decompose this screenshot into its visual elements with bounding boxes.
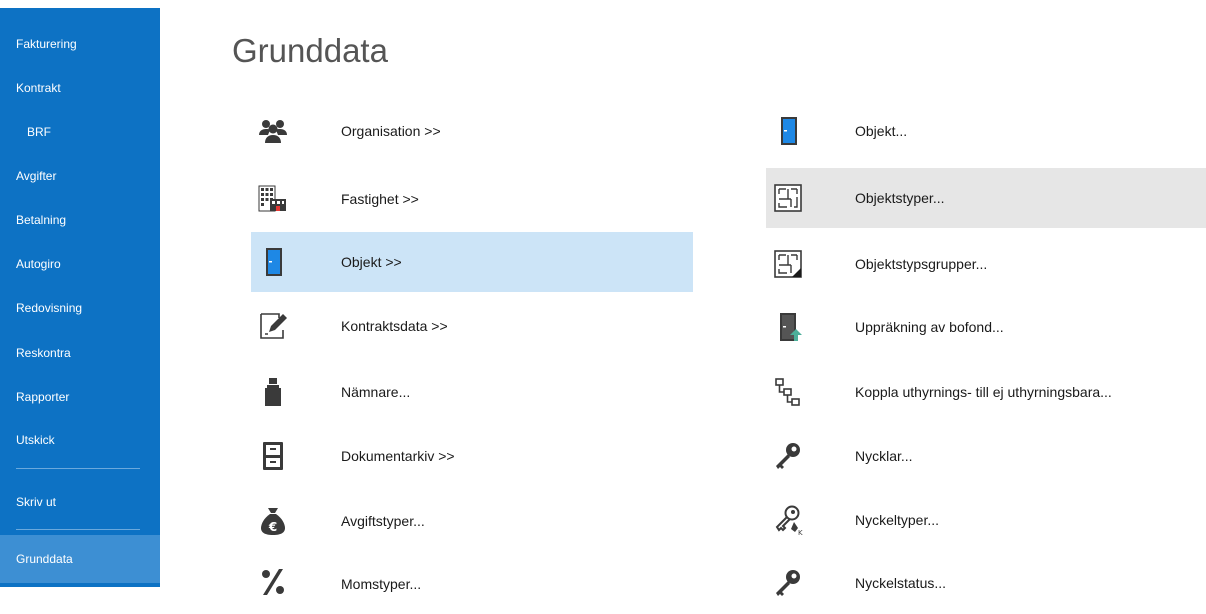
grunddata-item-label: Objektstypsgrupper... bbox=[855, 256, 988, 272]
grunddata-item-label: Dokumentarkiv >> bbox=[341, 448, 455, 464]
sidebar-item-fakturering[interactable]: Fakturering bbox=[0, 27, 160, 61]
grunddata-item-label: Uppräkning av bofond... bbox=[855, 319, 1004, 335]
grunddata-item-label: Kontraktsdata >> bbox=[341, 318, 448, 334]
grunddata-item-avgiftstyper[interactable]: € Avgiftstyper... bbox=[251, 491, 693, 551]
sidebar-divider bbox=[16, 529, 140, 530]
grunddata-item-objekt[interactable]: Objekt >> bbox=[251, 232, 693, 292]
sidebar-item-betalning[interactable]: Betalning bbox=[0, 203, 160, 237]
grunddata-item-kontraktsdata[interactable]: Kontraktsdata >> bbox=[251, 296, 693, 356]
grunddata-item-nyckeltyper[interactable]: K Nyckeltyper... bbox=[766, 490, 1206, 550]
key-status-icon bbox=[772, 567, 804, 599]
file-cabinet-icon bbox=[257, 440, 289, 472]
sidebar-item-reskontra[interactable]: Reskontra bbox=[0, 336, 160, 370]
grunddata-item-label: Fastighet >> bbox=[341, 191, 419, 207]
grunddata-item-objekt-dialog[interactable]: Objekt... bbox=[766, 101, 1206, 161]
sidebar-item-label: BRF bbox=[27, 125, 51, 139]
grunddata-item-label: Objektstyper... bbox=[855, 190, 945, 206]
sidebar-item-label: Autogiro bbox=[16, 257, 61, 271]
grunddata-item-objektstyper[interactable]: Objektstyper... bbox=[766, 168, 1206, 228]
door-icon bbox=[257, 246, 289, 278]
sidebar-item-label: Reskontra bbox=[16, 346, 71, 360]
grunddata-item-objektstypsgrupper[interactable]: Objektstypsgrupper... bbox=[766, 234, 1206, 294]
grunddata-item-label: Koppla uthyrnings- till ej uthyrningsbar… bbox=[855, 384, 1112, 400]
money-bag-euro-icon: € bbox=[257, 505, 289, 537]
grunddata-item-koppla-uthyrnings[interactable]: Koppla uthyrnings- till ej uthyrningsbar… bbox=[766, 362, 1206, 422]
sidebar-item-label: Skriv ut bbox=[16, 495, 57, 509]
grunddata-item-label: Momstyper... bbox=[341, 576, 422, 592]
building-icon bbox=[257, 183, 289, 215]
grunddata-item-label: Organisation >> bbox=[341, 123, 441, 139]
svg-text:K: K bbox=[798, 529, 803, 536]
sidebar-item-grunddata[interactable]: Grunddata bbox=[0, 535, 160, 583]
page-title: Grunddata bbox=[232, 32, 388, 69]
svg-text:€: € bbox=[268, 520, 277, 534]
sidebar-item-rapporter[interactable]: Rapporter bbox=[0, 380, 160, 414]
grunddata-item-namnare[interactable]: Nämnare... bbox=[251, 362, 693, 422]
sidebar-item-label: Betalning bbox=[16, 213, 67, 227]
keys-icon: K bbox=[772, 504, 804, 537]
grunddata-item-label: Objekt... bbox=[855, 123, 908, 139]
sidebar-item-autogiro[interactable]: Autogiro bbox=[0, 247, 160, 281]
people-icon bbox=[257, 115, 289, 147]
floorplan-icon bbox=[772, 182, 804, 214]
grunddata-item-upprakning-av-bofond[interactable]: Uppräkning av bofond... bbox=[766, 297, 1206, 357]
sidebar-item-avgifter[interactable]: Avgifter bbox=[0, 159, 160, 193]
sidebar-item-label: Utskick bbox=[16, 433, 55, 447]
sidebar-item-redovisning[interactable]: Redovisning bbox=[0, 291, 160, 325]
grunddata-item-fastighet[interactable]: Fastighet >> bbox=[251, 169, 693, 229]
sidebar-item-label: Kontrakt bbox=[16, 81, 61, 95]
grunddata-item-label: Avgiftstyper... bbox=[341, 513, 425, 529]
sidebar-item-label: Rapporter bbox=[16, 390, 70, 404]
percent-icon bbox=[257, 566, 289, 598]
weight-icon bbox=[257, 376, 289, 408]
sidebar-item-label: Fakturering bbox=[16, 37, 77, 51]
grunddata-item-label: Objekt >> bbox=[341, 254, 402, 270]
door-up-arrow-icon bbox=[772, 311, 804, 343]
contract-edit-icon bbox=[257, 310, 289, 342]
grunddata-item-label: Nyckelstatus... bbox=[855, 575, 947, 591]
door-blue-icon bbox=[772, 115, 804, 147]
floorplan-group-icon bbox=[772, 248, 804, 280]
sidebar: Fakturering Kontrakt BRF Avgifter Betaln… bbox=[0, 0, 160, 587]
sidebar-item-skriv-ut[interactable]: Skriv ut bbox=[0, 485, 160, 519]
sidebar-item-kontrakt[interactable]: Kontrakt bbox=[0, 71, 160, 105]
grunddata-item-organisation[interactable]: Organisation >> bbox=[251, 101, 693, 161]
sidebar-item-label: Grunddata bbox=[16, 552, 73, 566]
sidebar-item-brf[interactable]: BRF bbox=[0, 115, 160, 149]
sidebar-item-label: Avgifter bbox=[16, 169, 57, 183]
grunddata-item-label: Nämnare... bbox=[341, 384, 411, 400]
grunddata-item-dokumentarkiv[interactable]: Dokumentarkiv >> bbox=[251, 426, 693, 486]
grunddata-item-label: Nyckeltyper... bbox=[855, 512, 940, 528]
sidebar-item-utskick[interactable]: Utskick bbox=[0, 423, 160, 457]
grunddata-item-momstyper[interactable]: Momstyper... bbox=[251, 554, 693, 614]
grunddata-item-nycklar[interactable]: Nycklar... bbox=[766, 426, 1206, 486]
hierarchy-icon bbox=[772, 376, 804, 408]
grunddata-item-label: Nycklar... bbox=[855, 448, 913, 464]
sidebar-divider bbox=[16, 468, 140, 469]
sidebar-item-label: Redovisning bbox=[16, 301, 83, 315]
grunddata-item-nyckelstatus[interactable]: Nyckelstatus... bbox=[766, 553, 1206, 613]
key-icon bbox=[772, 440, 804, 472]
